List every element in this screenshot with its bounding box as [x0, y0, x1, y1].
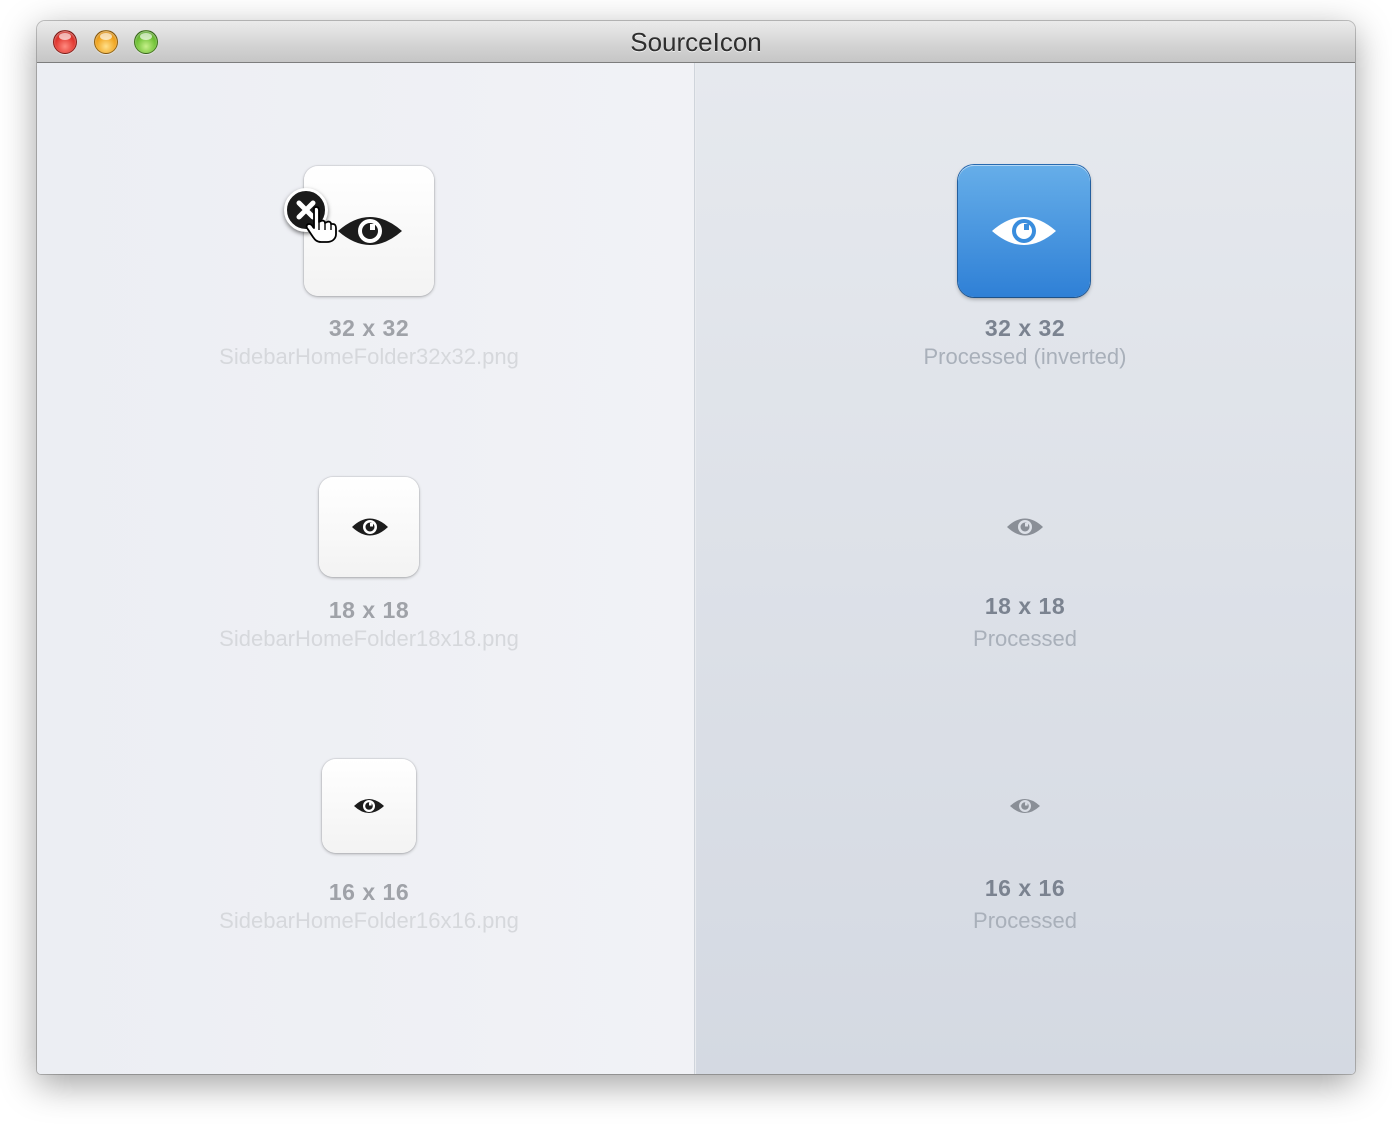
source-filename-label: SidebarHomeFolder18x18.png	[219, 626, 519, 651]
title-bar[interactable]: SourceIcon	[37, 21, 1355, 63]
app-window: SourceIcon 32 x 32 SidebarHomeFolder32x3…	[37, 21, 1355, 1074]
eye-icon	[1007, 518, 1043, 536]
source-icon-tile-18[interactable]	[319, 477, 419, 577]
eye-icon	[338, 217, 402, 245]
source-icons-pane: 32 x 32 SidebarHomeFolder32x32.png 18 x …	[37, 63, 694, 1074]
window-title: SourceIcon	[630, 27, 762, 57]
pointing-hand-cursor-icon	[305, 206, 337, 243]
processed-size-label: 16 x 16	[984, 875, 1066, 901]
eye-icon	[352, 518, 388, 536]
eye-icon	[992, 217, 1056, 245]
processed-icon-cell-18[interactable]: 18 x 18 Processed	[825, 477, 1225, 677]
source-size-label: 32 x 32	[328, 315, 410, 341]
processed-icon-cell-32[interactable]: 32 x 32 Processed (inverted)	[825, 163, 1225, 393]
source-icon-cell-18[interactable]: 18 x 18 SidebarHomeFolder18x18.png	[169, 477, 569, 677]
processed-icons-pane: 32 x 32 Processed (inverted) 18 x 18 Pro…	[696, 63, 1355, 1074]
source-size-label: 16 x 16	[328, 879, 410, 905]
eye-icon	[354, 799, 384, 813]
processed-icon-cell-16[interactable]: 16 x 16 Processed	[825, 759, 1225, 959]
source-filename-label: SidebarHomeFolder16x16.png	[219, 908, 519, 933]
source-filename-label: SidebarHomeFolder32x32.png	[219, 344, 519, 369]
processed-size-label: 32 x 32	[984, 315, 1066, 341]
source-icon-tile-16[interactable]	[322, 759, 416, 853]
processed-icon-tile-32-selected[interactable]	[958, 165, 1090, 297]
processed-size-label: 18 x 18	[984, 593, 1066, 619]
processed-caption-label: Processed	[973, 908, 1077, 933]
processed-caption-label: Processed	[973, 626, 1077, 651]
source-size-label: 18 x 18	[328, 597, 410, 623]
processed-caption-label: Processed (inverted)	[923, 344, 1127, 369]
eye-icon	[1010, 799, 1040, 813]
source-icon-cell-32[interactable]: 32 x 32 SidebarHomeFolder32x32.png	[169, 163, 569, 393]
source-icon-cell-16[interactable]: 16 x 16 SidebarHomeFolder16x16.png	[169, 759, 569, 959]
